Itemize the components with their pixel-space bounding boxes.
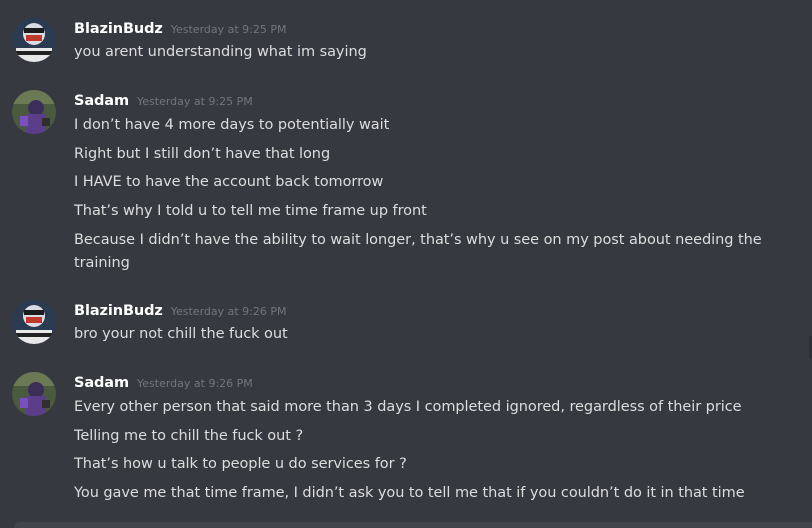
message-text: I don’t have 4 more days to potentially … xyxy=(74,117,390,133)
blazinbudz-avatar-icon[interactable] xyxy=(12,300,56,344)
message-text: bro your not chill the fuck out xyxy=(74,326,288,342)
message-text: Right but I still don’t have that long xyxy=(74,146,331,162)
message-text: That’s why I told u to tell me time fram… xyxy=(74,203,427,219)
message-header: BlazinBudz Yesterday at 9:25 PM xyxy=(74,18,287,40)
message-text: You gave me that time frame, I didn’t as… xyxy=(74,485,745,501)
sadam-avatar-icon[interactable] xyxy=(12,90,56,134)
message-header: BlazinBudz Yesterday at 9:26 PM xyxy=(74,300,287,322)
username[interactable]: Sadam xyxy=(74,93,129,109)
message-text: Every other person that said more than 3… xyxy=(74,399,742,415)
message-header: Sadam Yesterday at 9:26 PM xyxy=(74,372,253,394)
message-text: Because I didn’t have the ability to wai… xyxy=(74,232,762,271)
message-text: That’s how u talk to people u do service… xyxy=(74,456,407,472)
timestamp: Yesterday at 9:25 PM xyxy=(170,23,287,36)
timestamp: Yesterday at 9:25 PM xyxy=(137,95,253,108)
message-text: Telling me to chill the fuck out ? xyxy=(74,428,304,444)
username[interactable]: BlazinBudz xyxy=(74,303,163,319)
username[interactable]: BlazinBudz xyxy=(74,21,163,37)
message-header: Sadam Yesterday at 9:25 PM xyxy=(74,90,253,112)
timestamp: Yesterday at 9:26 PM xyxy=(137,377,253,390)
message-text: I HAVE to have the account back tomorrow xyxy=(74,174,384,190)
message-input-edge[interactable] xyxy=(14,522,812,528)
username[interactable]: Sadam xyxy=(74,375,129,391)
sadam-avatar-icon[interactable] xyxy=(12,372,56,416)
timestamp: Yesterday at 9:26 PM xyxy=(170,305,287,318)
blazinbudz-avatar-icon[interactable] xyxy=(12,18,56,62)
message-text: you arent understanding what im saying xyxy=(74,44,367,60)
chat-message-list: BlazinBudz Yesterday at 9:25 PM you arent… xyxy=(0,0,812,528)
